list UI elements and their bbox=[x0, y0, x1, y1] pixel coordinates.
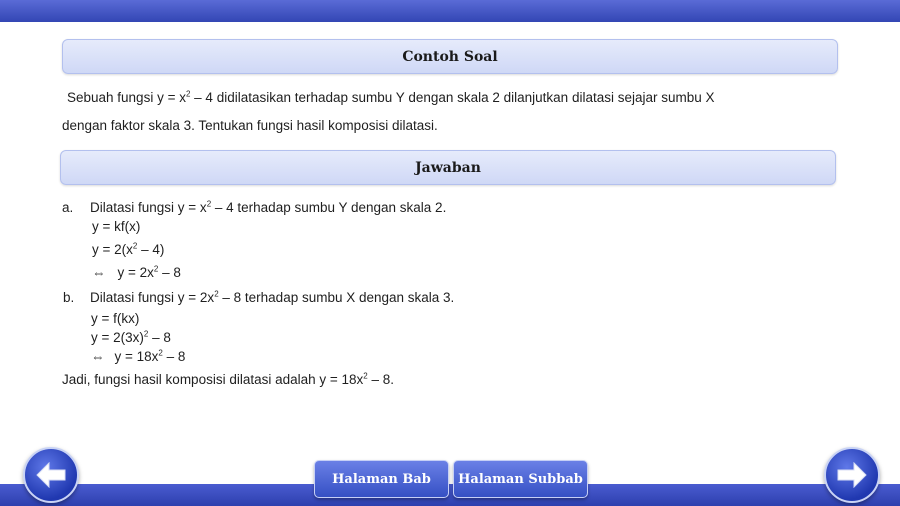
answer-b-statement: Dilatasi fungsi y = 2x2 – 8 terhadap sum… bbox=[90, 290, 454, 305]
list-marker: a. bbox=[62, 200, 74, 215]
jawaban-title: Jawaban bbox=[415, 159, 481, 176]
answer-b-step-3: ⇔ y = 18x2 – 8 bbox=[91, 349, 185, 364]
answer-a-statement: Dilatasi fungsi y = x2 – 4 terhadap sumb… bbox=[90, 200, 446, 215]
question-text: dengan faktor skala 3. Tentukan fungsi h… bbox=[62, 118, 438, 133]
answer-text: y = f(kx) bbox=[91, 311, 140, 326]
answer-text: Dilatasi fungsi y = 2x bbox=[90, 290, 215, 305]
answer-text: y = 2x bbox=[117, 265, 154, 280]
answer-text: – 8 bbox=[162, 349, 186, 364]
contoh-soal-title: Contoh Soal bbox=[402, 48, 498, 65]
question-line-1: Sebuah fungsi y = x2 – 4 didilatasikan t… bbox=[67, 90, 715, 105]
answer-text: y = 2(x bbox=[92, 242, 133, 257]
answer-text: y = 2(3x) bbox=[91, 330, 144, 345]
contoh-soal-header: Contoh Soal bbox=[62, 39, 838, 74]
question-text: Sebuah fungsi y = x bbox=[67, 90, 186, 105]
answer-a-step-1: y = kf(x) bbox=[92, 219, 140, 234]
bottom-bar bbox=[0, 484, 900, 506]
conclusion-text: Jadi, fungsi hasil komposisi dilatasi ad… bbox=[62, 372, 364, 387]
top-bar bbox=[0, 0, 900, 22]
jawaban-header: Jawaban bbox=[60, 150, 836, 185]
answer-b-step-1: y = f(kx) bbox=[91, 311, 139, 326]
answer-b-step-2: y = 2(3x)2 – 8 bbox=[91, 330, 171, 345]
answer-text: y = 18x bbox=[114, 349, 159, 364]
question-line-2: dengan faktor skala 3. Tentukan fungsi h… bbox=[62, 118, 438, 133]
equivalence-arrow-icon: ⇔ bbox=[91, 349, 105, 364]
arrow-right-icon bbox=[837, 462, 867, 488]
answer-text: – 4) bbox=[137, 242, 165, 257]
answer-text: – 8 bbox=[148, 330, 171, 345]
conclusion-text: – 8. bbox=[367, 372, 395, 387]
halaman-bab-button[interactable]: Halaman Bab bbox=[314, 460, 449, 498]
answer-a-step-2: y = 2(x2 – 4) bbox=[92, 242, 164, 257]
answer-text: – 8 bbox=[158, 265, 181, 280]
answer-text: y = kf(x) bbox=[92, 219, 141, 234]
equivalence-arrow-icon: ⇔ bbox=[92, 265, 106, 280]
next-button[interactable] bbox=[824, 447, 880, 503]
question-text: – 4 didilatasikan terhadap sumbu Y denga… bbox=[190, 90, 715, 105]
answer-text: – 8 terhadap sumbu X dengan skala 3. bbox=[218, 290, 455, 305]
previous-button[interactable] bbox=[23, 447, 79, 503]
halaman-subbab-button[interactable]: Halaman Subbab bbox=[453, 460, 588, 498]
arrow-left-icon bbox=[36, 462, 66, 488]
answer-a-step-3: ⇔ y = 2x2 – 8 bbox=[92, 265, 181, 280]
answer-a-label: a. bbox=[62, 200, 73, 215]
conclusion: Jadi, fungsi hasil komposisi dilatasi ad… bbox=[62, 372, 394, 387]
list-marker: b. bbox=[63, 290, 75, 305]
answer-b-label: b. bbox=[63, 290, 74, 305]
answer-text: Dilatasi fungsi y = x bbox=[90, 200, 207, 215]
answer-text: – 4 terhadap sumbu Y dengan skala 2. bbox=[211, 200, 447, 215]
